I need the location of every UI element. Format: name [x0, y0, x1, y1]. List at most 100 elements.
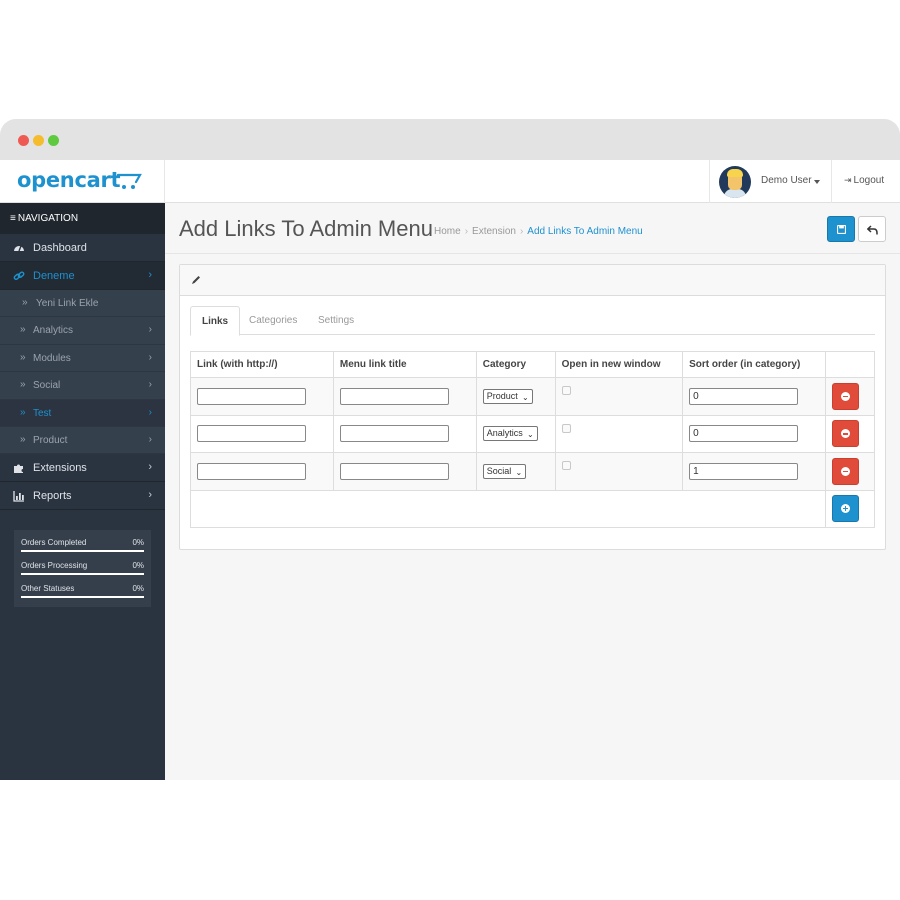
- sidebar-subitem-label: Analytics: [33, 325, 74, 337]
- save-icon: [837, 225, 846, 234]
- stat-other-statuses: Other Statuses 0%: [21, 581, 144, 604]
- sidebar-subitem-yeni-link-ekle[interactable]: » Yeni Link Ekle: [0, 290, 165, 318]
- breadcrumb-current[interactable]: Add Links To Admin Menu: [527, 226, 642, 237]
- logout-label: Logout: [853, 175, 885, 186]
- double-chevron-icon: »: [20, 324, 26, 336]
- breadcrumb-separator: ›: [519, 226, 524, 237]
- minus-circle-icon: [841, 391, 850, 401]
- sidebar-subitem-label: Yeni Link Ekle: [36, 298, 99, 309]
- minus-circle-icon: [841, 429, 850, 439]
- chevron-right-icon: ›: [148, 489, 152, 502]
- sidebar: ≡ NAVIGATION Dashboard Deneme › » Yeni Li…: [0, 203, 165, 780]
- menu-link-title-input[interactable]: [339, 462, 449, 480]
- sidebar-subitem-label: Product: [33, 434, 68, 446]
- sidebar-item-label: Reports: [33, 490, 72, 503]
- category-select[interactable]: Product ⌄: [482, 388, 533, 404]
- chevron-right-icon: ›: [148, 433, 152, 445]
- minimize-window-dot[interactable]: [33, 135, 44, 146]
- logout-link[interactable]: ⇥ Logout: [844, 175, 884, 186]
- table-cell: [190, 414, 334, 453]
- table-header-row: Link (with http://) Menu link title Cate…: [190, 351, 875, 378]
- back-button[interactable]: [858, 216, 886, 242]
- stat-value: 0%: [132, 584, 144, 593]
- link-url-input[interactable]: [197, 462, 306, 480]
- progress-bar: [21, 573, 144, 575]
- double-chevron-icon: »: [20, 379, 26, 391]
- sidebar-item-dashboard[interactable]: Dashboard: [0, 234, 165, 262]
- sort-order-input[interactable]: [689, 387, 799, 405]
- sort-order-input[interactable]: [689, 425, 799, 443]
- puzzle-icon: [13, 462, 25, 474]
- chevron-right-icon: ›: [148, 324, 152, 336]
- sidebar-item-label: Deneme: [33, 270, 75, 282]
- reply-icon: [867, 225, 878, 235]
- table-cell: [825, 489, 875, 528]
- category-select[interactable]: Analytics ⌄: [482, 426, 538, 442]
- user-menu[interactable]: Demo User: [709, 160, 832, 203]
- tab-links[interactable]: Links: [190, 306, 241, 336]
- sidebar-item-extensions[interactable]: Extensions ›: [0, 454, 165, 483]
- tab-categories[interactable]: Categories: [238, 306, 308, 335]
- breadcrumb-home[interactable]: Home: [434, 226, 461, 237]
- table-row: Analytics ⌄: [190, 414, 875, 453]
- sidebar-subitem-analytics[interactable]: » Analytics ›: [0, 317, 165, 345]
- sidebar-item-label: Dashboard: [33, 242, 87, 254]
- stat-label: Other Statuses: [21, 584, 75, 593]
- menu-link-title-input[interactable]: [339, 387, 449, 405]
- progress-bar: [21, 596, 144, 598]
- sidebar-subitem-modules[interactable]: » Modules ›: [0, 344, 165, 373]
- table-row: Social ⌄: [190, 452, 875, 491]
- sort-order-input[interactable]: [689, 462, 799, 480]
- table-cell: [190, 377, 334, 416]
- cart-logo-icon: [116, 173, 142, 189]
- open-new-window-checkbox[interactable]: [561, 386, 571, 396]
- table-cell: Social ⌄: [475, 452, 556, 491]
- sidebar-item-deneme[interactable]: Deneme ›: [0, 262, 165, 290]
- top-header: opencart Demo User ⇥ Logout: [0, 160, 900, 203]
- main-content: Add Links To Admin Menu Home › Extension › A…: [165, 203, 900, 780]
- logo[interactable]: opencart: [0, 160, 165, 203]
- table-cell: [554, 452, 684, 491]
- tab-settings[interactable]: Settings: [307, 306, 365, 335]
- remove-row-button[interactable]: [832, 382, 859, 410]
- breadcrumb-extension[interactable]: Extension: [472, 226, 516, 237]
- open-new-window-checkbox[interactable]: [561, 423, 571, 433]
- sidebar-subitem-product[interactable]: » Product ›: [0, 426, 165, 455]
- links-table: Link (with http://) Menu link title Cate…: [190, 351, 875, 528]
- remove-row-button[interactable]: [832, 457, 859, 485]
- remove-row-button[interactable]: [832, 420, 859, 448]
- category-select-value: Social: [486, 465, 512, 476]
- chevron-right-icon: ›: [148, 351, 152, 363]
- chevron-down-icon: ⌄: [522, 392, 529, 402]
- nav-heading: ≡ NAVIGATION: [0, 203, 165, 234]
- sidebar-subitem-test[interactable]: » Test ›: [0, 399, 165, 427]
- link-url-input[interactable]: [197, 425, 306, 443]
- table-cell: [682, 414, 826, 453]
- column-header-actions: [825, 351, 875, 378]
- sign-out-icon: ⇥: [844, 175, 852, 185]
- progress-bar: [21, 550, 144, 552]
- add-row-button[interactable]: [832, 495, 859, 522]
- pencil-icon: [192, 276, 200, 284]
- chevron-right-icon: ›: [148, 269, 152, 281]
- stat-value: 0%: [132, 561, 144, 570]
- chevron-down-icon: [814, 180, 820, 184]
- table-cell: [190, 452, 334, 491]
- menu-bars-icon: ≡: [10, 213, 16, 224]
- close-window-dot[interactable]: [18, 135, 29, 146]
- link-url-input[interactable]: [197, 387, 306, 405]
- table-cell: [825, 377, 875, 416]
- table-row: Product ⌄: [190, 377, 875, 416]
- link-icon: [13, 270, 25, 282]
- maximize-window-dot[interactable]: [48, 135, 59, 146]
- sidebar-subitem-label: Test: [33, 407, 52, 419]
- open-new-window-checkbox[interactable]: [561, 461, 571, 471]
- table-cell: [332, 377, 477, 416]
- sidebar-item-reports[interactable]: Reports ›: [0, 482, 165, 511]
- double-chevron-icon: »: [20, 406, 26, 418]
- category-select[interactable]: Social ⌄: [482, 463, 527, 479]
- save-button[interactable]: [827, 216, 855, 242]
- column-header-title: Menu link title: [332, 351, 477, 378]
- menu-link-title-input[interactable]: [339, 425, 449, 443]
- sidebar-subitem-social[interactable]: » Social ›: [0, 372, 165, 400]
